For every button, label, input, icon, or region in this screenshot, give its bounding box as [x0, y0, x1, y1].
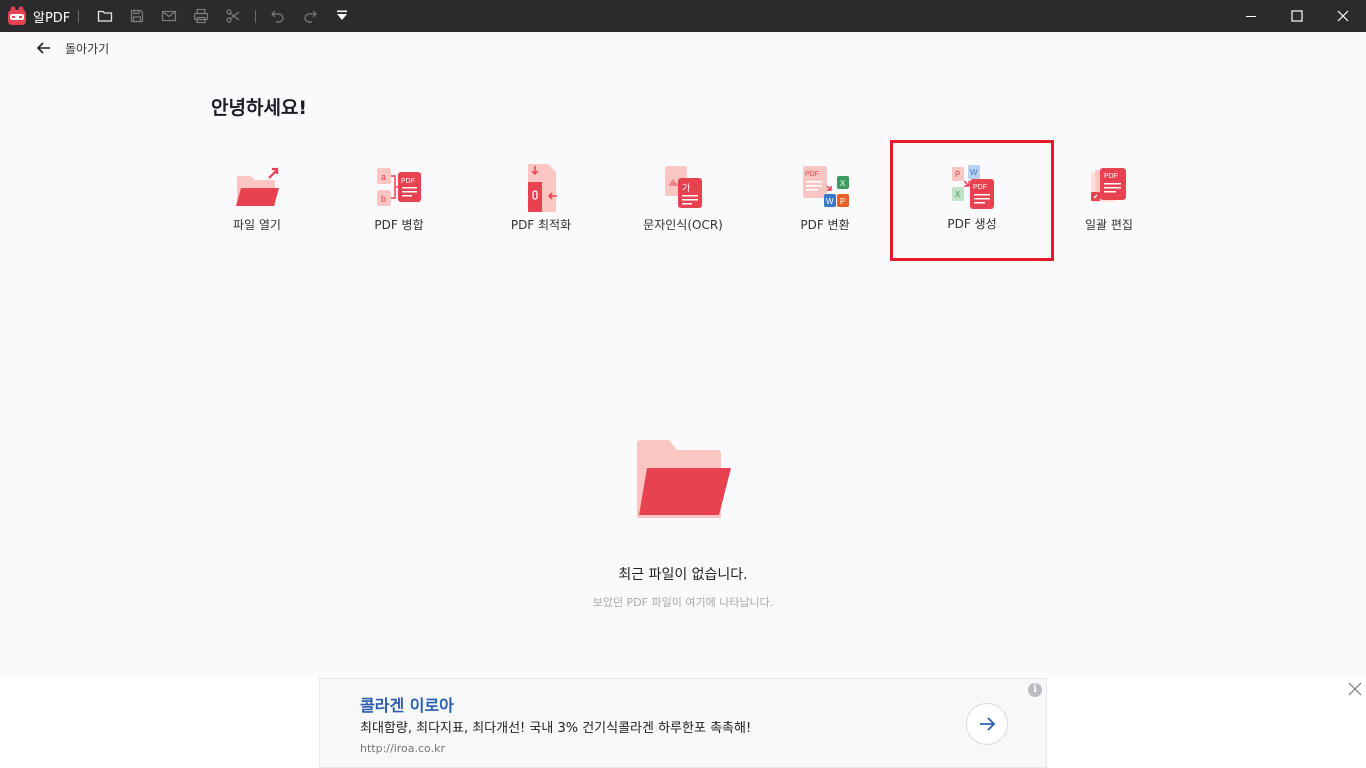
svg-text:가: 가 [682, 183, 690, 194]
svg-text:PDF: PDF [401, 178, 415, 185]
ad-close-icon[interactable] [1347, 681, 1363, 697]
optimize-pdf-icon [528, 164, 557, 212]
greeting-heading: 안녕하세요! [211, 97, 308, 119]
svg-text:a: a [381, 172, 386, 182]
toolbar-divider [78, 9, 80, 23]
save-icon[interactable] [121, 0, 153, 32]
tool-open-file[interactable]: 파일 열기 [187, 150, 327, 250]
svg-text:PDF: PDF [1104, 173, 1118, 180]
window-controls [1228, 0, 1366, 32]
empty-folder-icon [637, 440, 731, 518]
ocr-icon: 가 [665, 166, 702, 208]
ad-description: 최대함량, 최다지표, 최다개선! 국내 3% 건기식콜라겐 하루한포 촉촉해! [360, 721, 752, 736]
tool-create-pdf[interactable]: P W X PDF PDF 생성 [890, 140, 1054, 261]
ad-info-icon[interactable]: i [1028, 683, 1042, 697]
open-folder-icon[interactable] [89, 0, 121, 32]
tool-optimize-pdf[interactable]: PDF 최적화 [471, 150, 611, 250]
tool-label: 문자인식(OCR) [643, 218, 723, 232]
redo-icon[interactable] [294, 0, 326, 32]
minimize-icon[interactable] [1228, 0, 1274, 32]
undo-icon[interactable] [262, 0, 294, 32]
ad-url[interactable]: http://iroa.co.kr [360, 742, 445, 755]
open-file-icon [236, 167, 279, 206]
ad-title[interactable]: 콜라겐 이로아 [360, 692, 454, 716]
empty-subtitle: 보았던 PDF 파일이 여기에 나타납니다. [592, 596, 774, 609]
tool-label: PDF 변환 [800, 218, 850, 232]
svg-text:PDF: PDF [805, 171, 819, 178]
ad-go-button[interactable] [966, 703, 1008, 745]
close-window-icon[interactable] [1320, 0, 1366, 32]
ad-bar: 콜라겐 이로아 최대함량, 최다지표, 최다개선! 국내 3% 건기식콜라겐 하… [0, 678, 1366, 768]
svg-text:W: W [826, 197, 834, 206]
arrow-left-icon [36, 42, 50, 54]
back-button[interactable]: 돌아가기 [36, 39, 109, 57]
app-logo-icon [6, 5, 28, 27]
mail-icon[interactable] [153, 0, 185, 32]
tool-label: 파일 열기 [233, 218, 281, 232]
tool-label: 일괄 편집 [1085, 218, 1133, 232]
create-pdf-icon: P W X PDF [952, 165, 994, 209]
tool-convert-pdf[interactable]: PDF X W P PDF 변환 [755, 150, 895, 250]
ad-banner[interactable]: 콜라겐 이로아 최대함량, 최다지표, 최다개선! 국내 3% 건기식콜라겐 하… [319, 678, 1047, 768]
empty-recent-files: 최근 파일이 없습니다. 보았던 PDF 파일이 여기에 나타납니다. [0, 440, 1366, 610]
merge-pdf-icon: a b PDF [377, 168, 421, 206]
back-label: 돌아가기 [65, 41, 110, 56]
app-name: 알PDF [33, 10, 71, 26]
empty-title: 최근 파일이 없습니다. [618, 567, 748, 583]
title-bar: 알PDF [0, 0, 1366, 32]
svg-text:X: X [840, 179, 846, 188]
tool-merge-pdf[interactable]: a b PDF PDF 병합 [329, 150, 469, 250]
arrow-right-icon [980, 717, 996, 731]
svg-text:P: P [955, 170, 960, 179]
svg-text:PDF: PDF [973, 184, 987, 191]
svg-text:X: X [955, 190, 961, 199]
print-icon[interactable] [185, 0, 217, 32]
tool-label: PDF 병합 [374, 218, 424, 232]
tool-batch-edit[interactable]: PDF 일괄 편집 [1039, 150, 1179, 250]
tool-grid: 파일 열기 a b PDF PDF 병합 PDF 최적화 가 문자인식(OCR)… [187, 140, 1187, 261]
svg-text:P: P [840, 197, 845, 206]
svg-text:W: W [970, 168, 978, 177]
tool-ocr[interactable]: 가 문자인식(OCR) [613, 150, 753, 250]
dropdown-menu-icon[interactable] [326, 0, 358, 32]
svg-text:b: b [381, 194, 386, 204]
tool-label: PDF 최적화 [510, 218, 572, 232]
scissors-icon[interactable] [217, 0, 249, 32]
maximize-icon[interactable] [1274, 0, 1320, 32]
batch-edit-icon: PDF [1091, 168, 1126, 202]
tool-label: PDF 생성 [947, 217, 997, 231]
convert-pdf-icon: PDF X W P [803, 166, 849, 207]
toolbar-divider [255, 9, 257, 23]
